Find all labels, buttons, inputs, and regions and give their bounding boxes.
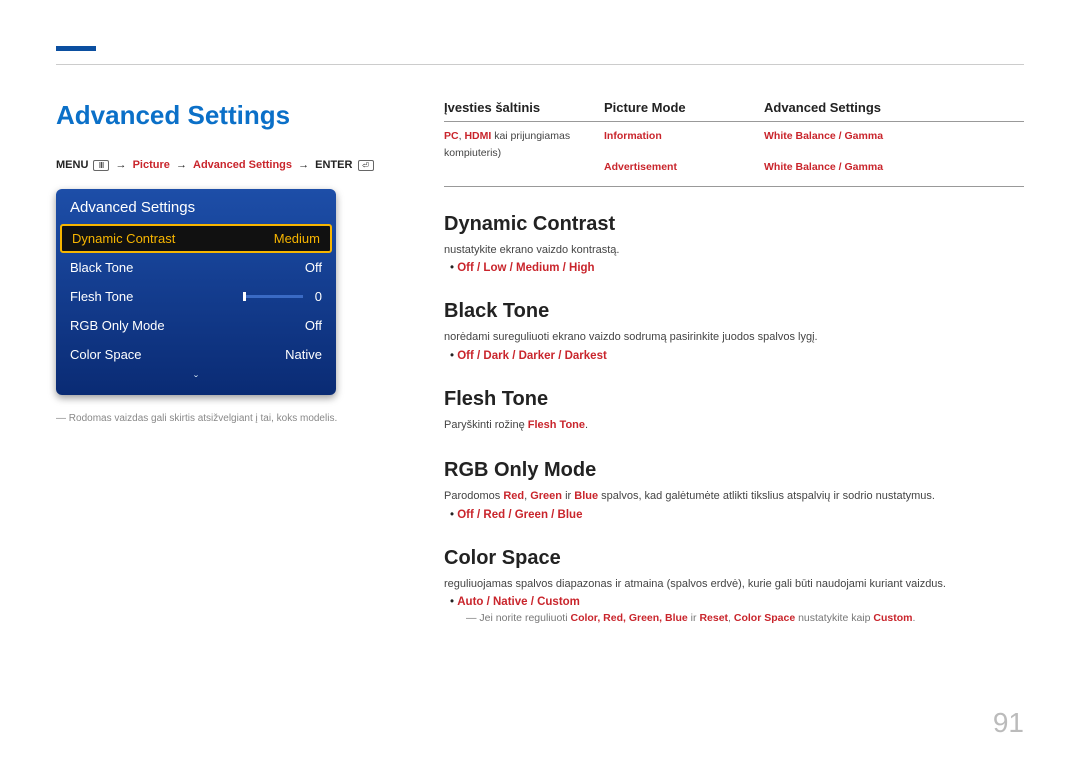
tv-menu-value: Off [305, 260, 322, 275]
tv-menu-row-rgb-only[interactable]: RGB Only Mode Off [56, 311, 336, 340]
header-rule [56, 64, 1024, 65]
desc-post: . [585, 419, 588, 431]
th-picture-mode: Picture Mode [604, 100, 764, 115]
options-text: Off / Red / Green / Blue [457, 509, 582, 521]
breadcrumb-menu: MENU [56, 159, 88, 171]
th-advanced-settings: Advanced Settings [764, 100, 1024, 115]
note-reset: Reset [699, 612, 728, 624]
th-input-source: Įvesties šaltinis [444, 100, 604, 115]
section-dynamic-contrast-title: Dynamic Contrast [444, 213, 1024, 236]
breadcrumb: MENU Ⅲ → Picture → Advanced Settings → E… [56, 159, 396, 171]
note-pre: Jei norite reguliuoti [479, 612, 570, 624]
section-color-space-note: Jei norite reguliuoti Color, Red, Green,… [466, 611, 1024, 627]
tv-menu-row-dynamic-contrast[interactable]: Dynamic Contrast Medium [60, 224, 332, 253]
slider-icon [243, 295, 303, 298]
page-title: Advanced Settings [56, 100, 396, 131]
left-column: Advanced Settings MENU Ⅲ → Picture → Adv… [56, 100, 396, 627]
right-column: Įvesties šaltinis Picture Mode Advanced … [444, 100, 1024, 627]
note-mid: ir [688, 612, 700, 624]
tv-menu-label: Flesh Tone [70, 289, 133, 304]
note-cs: Color Space [734, 612, 795, 624]
tv-menu-value: 0 [315, 289, 322, 304]
tv-menu-label: Color Space [70, 347, 142, 362]
td-wb-gamma-1: White Balance / Gamma [764, 128, 1024, 145]
breadcrumb-picture: Picture [133, 159, 170, 171]
arrow-icon: → [298, 159, 309, 171]
td-wb-gamma-2: White Balance / Gamma [764, 159, 1024, 176]
options-text: Off / Low / Medium / High [457, 262, 594, 274]
tv-menu-value: Off [305, 318, 322, 333]
section-rgb-options: Off / Red / Green / Blue [450, 509, 1024, 521]
tv-menu-title: Advanced Settings [56, 189, 336, 224]
page-number: 91 [993, 707, 1024, 739]
section-black-tone-options: Off / Dark / Darker / Darkest [450, 350, 1024, 362]
desc-pre: Paryškinti rožinę [444, 419, 528, 431]
arrow-icon: → [116, 159, 127, 171]
page-body: Advanced Settings MENU Ⅲ → Picture → Adv… [56, 100, 1024, 627]
note-items: Color, Red, Green, Blue [570, 612, 687, 624]
td-pc: PC [444, 130, 459, 142]
note-post: nustatykite kaip [795, 612, 873, 624]
section-color-space-title: Color Space [444, 547, 1024, 570]
td-advertisement: Advertisement [604, 159, 764, 176]
section-flesh-tone-title: Flesh Tone [444, 388, 1024, 411]
note-end: . [912, 612, 915, 624]
section-dynamic-contrast-desc: nustatykite ekrano vaizdo kontrastą. [444, 242, 1024, 259]
td-picture-mode: Information Advertisement [604, 128, 764, 176]
td-input-source: PC, HDMI kai prijungiamas kompiuteris) [444, 128, 604, 176]
tv-menu-value: Medium [274, 231, 320, 246]
desc-pre: Parodomos [444, 490, 503, 502]
tv-menu-value: Native [285, 347, 322, 362]
section-flesh-tone-desc: Paryškinti rožinę Flesh Tone. [444, 417, 1024, 434]
tv-menu-row-flesh-tone[interactable]: Flesh Tone 0 [56, 282, 336, 311]
td-advanced: White Balance / Gamma White Balance / Ga… [764, 128, 1024, 176]
enter-icon: ⏎ [358, 160, 374, 171]
tv-menu-row-black-tone[interactable]: Black Tone Off [56, 253, 336, 282]
section-color-space-options: Auto / Native / Custom [450, 596, 1024, 608]
tv-menu-value-wrap: 0 [243, 289, 322, 304]
footnote-text: Rodomas vaizdas gali skirtis atsižvelgia… [69, 413, 337, 424]
options-text: Auto / Native / Custom [457, 596, 580, 608]
td-hdmi: HDMI [464, 130, 491, 142]
section-dynamic-contrast-options: Off / Low / Medium / High [450, 262, 1024, 274]
section-color-space-desc: reguliuojamas spalvos diapazonas ir atma… [444, 576, 1024, 593]
tv-menu-label: Dynamic Contrast [72, 231, 175, 246]
desc-red-r: Red [503, 490, 524, 502]
desc-red-b: Blue [574, 490, 598, 502]
arrow-icon: → [176, 159, 187, 171]
breadcrumb-enter: ENTER [315, 159, 352, 171]
tv-menu-label: RGB Only Mode [70, 318, 165, 333]
breadcrumb-advanced: Advanced Settings [193, 159, 292, 171]
chevron-down-icon[interactable]: ˇ [56, 369, 336, 389]
section-rgb-desc: Parodomos Red, Green ir Blue spalvos, ka… [444, 488, 1024, 505]
table-body: PC, HDMI kai prijungiamas kompiuteris) I… [444, 128, 1024, 187]
section-black-tone-desc: norėdami sureguliuoti ekrano vaizdo sodr… [444, 329, 1024, 346]
section-rgb-title: RGB Only Mode [444, 459, 1024, 482]
header-accent [56, 46, 96, 51]
section-black-tone-title: Black Tone [444, 300, 1024, 323]
options-text: Off / Dark / Darker / Darkest [457, 350, 607, 362]
td-information: Information [604, 128, 764, 145]
note-custom: Custom [873, 612, 912, 624]
menu-icon: Ⅲ [93, 160, 109, 171]
desc-post: spalvos, kad galėtumėte atlikti tikslius… [598, 490, 935, 502]
desc-red: Flesh Tone [528, 419, 585, 431]
tv-menu-row-color-space[interactable]: Color Space Native [56, 340, 336, 369]
tv-menu-panel: Advanced Settings Dynamic Contrast Mediu… [56, 189, 336, 395]
tv-menu-label: Black Tone [70, 260, 133, 275]
desc-red-g: Green [530, 490, 562, 502]
table-header-row: Įvesties šaltinis Picture Mode Advanced … [444, 100, 1024, 122]
footnote: ― Rodomas vaizdas gali skirtis atsižvelg… [56, 413, 396, 424]
